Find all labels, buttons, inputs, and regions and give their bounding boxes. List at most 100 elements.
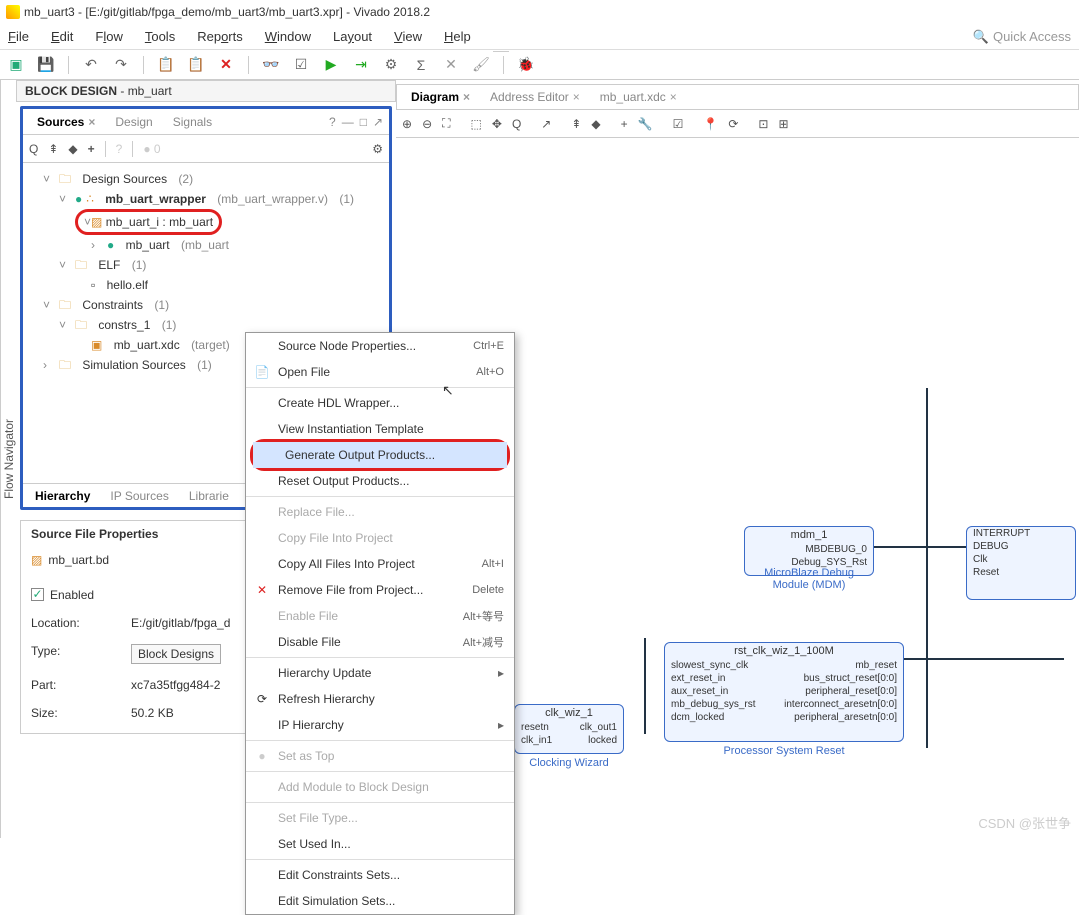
ctx-generate-output[interactable]: Generate Output Products... [253,442,507,468]
add-icon[interactable]: + [88,142,95,156]
menu-help[interactable]: Help [444,29,471,44]
collapse-icon[interactable]: ⇞ [48,142,58,156]
select-icon[interactable]: ⬚ [471,117,482,131]
add-ip-icon[interactable]: + [621,117,628,131]
undo-icon[interactable]: ↶ [83,57,99,73]
tab-diagram[interactable]: Diagram× [403,86,478,108]
regenerate-icon[interactable]: ⟳ [728,117,738,131]
pin-icon[interactable]: 📍 [703,117,718,131]
fit-icon[interactable]: ⛶ [442,116,450,131]
menu-reports[interactable]: Reports [197,29,243,44]
block-rst[interactable]: rst_clk_wiz_1_100M slowest_sync_clkmb_re… [664,642,904,742]
window-titlebar: mb_uart3 - [E:/git/gitlab/fpga_demo/mb_u… [0,0,1079,24]
expand-icon[interactable]: ◆ [68,142,77,156]
ctx-remove-file[interactable]: ✕Remove File from Project...Delete [246,577,514,603]
step-icon[interactable]: ⇥ [353,57,369,73]
menu-file[interactable]: File [8,29,29,44]
gear-icon[interactable]: ⚙ [372,142,383,156]
help-icon[interactable]: ? [329,115,336,129]
ctx-view-instantiation[interactable]: View Instantiation Template [246,416,514,442]
zoom-out-icon[interactable]: ⊖ [422,117,432,131]
unknown-icon[interactable]: ? [116,142,123,156]
search-icon: 🔍 [973,29,989,45]
app-logo-icon [6,5,20,19]
sources-toolbar: Q ⇞ ◆ + ? ● 0 ⚙ [23,135,389,163]
btab-hierarchy[interactable]: Hierarchy [29,487,96,505]
brush-icon[interactable]: 🖌 [473,57,489,73]
tree-inner[interactable]: ›● mb_uart (mb_uart [27,235,385,255]
menu-flow[interactable]: Flow [95,29,122,44]
tab-xdc[interactable]: mb_uart.xdc× [592,86,685,108]
refresh-icon: ⟳ [254,692,270,706]
pan-icon[interactable]: ✥ [492,117,502,131]
search-icon[interactable]: Q [29,142,38,156]
zoom-icon[interactable]: Q [512,117,521,131]
bug-icon[interactable]: 🐞 [518,57,534,73]
route-icon[interactable]: ↗ [541,117,551,131]
menu-edit[interactable]: Edit [51,29,73,44]
cancel-icon[interactable]: ✕ [443,57,459,73]
restore-icon[interactable]: ↗ [373,115,383,129]
validate-icon[interactable]: ☑ [673,117,684,131]
maximize-icon[interactable]: □ [360,115,367,129]
tab-address-editor[interactable]: Address Editor× [482,86,588,108]
tab-signals[interactable]: Signals [165,111,220,133]
new-icon[interactable]: ▣ [8,57,24,73]
optimize-icon[interactable]: ⊡ [758,117,768,131]
redo-icon[interactable]: ↷ [113,57,129,73]
save-icon[interactable]: 💾 [38,57,54,73]
btab-lib[interactable]: Librarie [183,487,235,505]
ctx-reset-output[interactable]: Reset Output Products... [246,468,514,494]
validate-icon[interactable]: ☑ [293,57,309,73]
ctx-copy-all[interactable]: Copy All Files Into ProjectAlt+I [246,551,514,577]
zoom-fit-icon[interactable]: ⊕ [402,117,412,131]
menu-window[interactable]: Window [265,29,311,44]
diagram-tabs: Diagram× Address Editor× mb_uart.xdc× [396,84,1079,110]
ctx-edit-constraints[interactable]: Edit Constraints Sets... [246,862,514,888]
circle-icon[interactable]: ● 0 [143,142,160,156]
gear-icon[interactable]: ⚙ [383,57,399,73]
tree-design-sources[interactable]: ˅🗀 Design Sources (2) [27,169,385,189]
sources-tabs: Sources× Design Signals ? — □ ↗ [23,109,389,135]
tab-sources[interactable]: Sources× [29,111,103,133]
paste-icon[interactable]: 📋 [188,57,204,73]
ctx-create-hdl[interactable]: Create HDL Wrapper... [246,390,514,416]
delete-icon[interactable]: ✕ [218,57,234,73]
ctx-open-file[interactable]: 📄Open FileAlt+O [246,359,514,385]
block-interrupt[interactable]: INTERRUPT DEBUG Clk Reset [966,526,1076,600]
menu-layout[interactable]: Layout [333,29,372,44]
minimize-icon[interactable]: — [342,115,354,129]
tree-instance[interactable]: ˅▨ mb_uart_i : mb_uart [27,209,385,235]
block-clkwiz[interactable]: clk_wiz_1 resetnclk_out1 clk_in1locked C… [514,704,624,754]
menu-tools[interactable]: Tools [145,29,175,44]
tree-hello-elf[interactable]: ▫ hello.elf [27,275,385,295]
tree-constraints[interactable]: ˅🗀 Constraints (1) [27,295,385,315]
ctx-edit-simulation[interactable]: Edit Simulation Sets... [246,888,514,914]
sigma-icon[interactable]: Σ [413,57,429,73]
ctx-hierarchy-update[interactable]: Hierarchy Update▸ [246,660,514,686]
quick-access[interactable]: 🔍 Quick Access [973,29,1071,45]
ctx-ip-hierarchy[interactable]: IP Hierarchy▸ [246,712,514,738]
btab-ip[interactable]: IP Sources [104,487,174,505]
run-icon[interactable]: ▶ [323,57,339,73]
ctx-disable-file[interactable]: Disable FileAlt+减号 [246,629,514,655]
flow-navigator-tab[interactable]: Flow Navigator [0,80,16,838]
ctx-set-used-in[interactable]: Set Used In... [246,831,514,857]
prop-type-value[interactable]: Block Designs [131,644,221,664]
wrench-icon[interactable]: 🔧 [638,117,653,131]
binoculars-icon[interactable]: 👓 [263,57,279,73]
layout-icon[interactable]: ⊞ [778,117,788,131]
tab-design[interactable]: Design [107,111,160,133]
menu-view[interactable]: View [394,29,422,44]
tree-wrapper[interactable]: ˅●∴ mb_uart_wrapper (mb_uart_wrapper.v) … [27,189,385,209]
ctx-add-module: Add Module to Block Design [246,774,514,800]
collapse-icon[interactable]: ◆ [591,117,600,131]
expand-icon[interactable]: ⇞ [571,117,581,131]
copy-icon[interactable]: 📋 [158,57,174,73]
prop-part-label: Part: [31,678,131,692]
watermark: CSDN @张世争 [978,813,1071,832]
block-mdm[interactable]: mdm_1 MBDEBUG_0 Debug_SYS_Rst MicroBlaze… [744,526,874,576]
ctx-node-properties[interactable]: Source Node Properties...Ctrl+E [246,333,514,359]
tree-elf[interactable]: ˅🗀 ELF (1) [27,255,385,275]
ctx-refresh-hierarchy[interactable]: ⟳Refresh Hierarchy [246,686,514,712]
